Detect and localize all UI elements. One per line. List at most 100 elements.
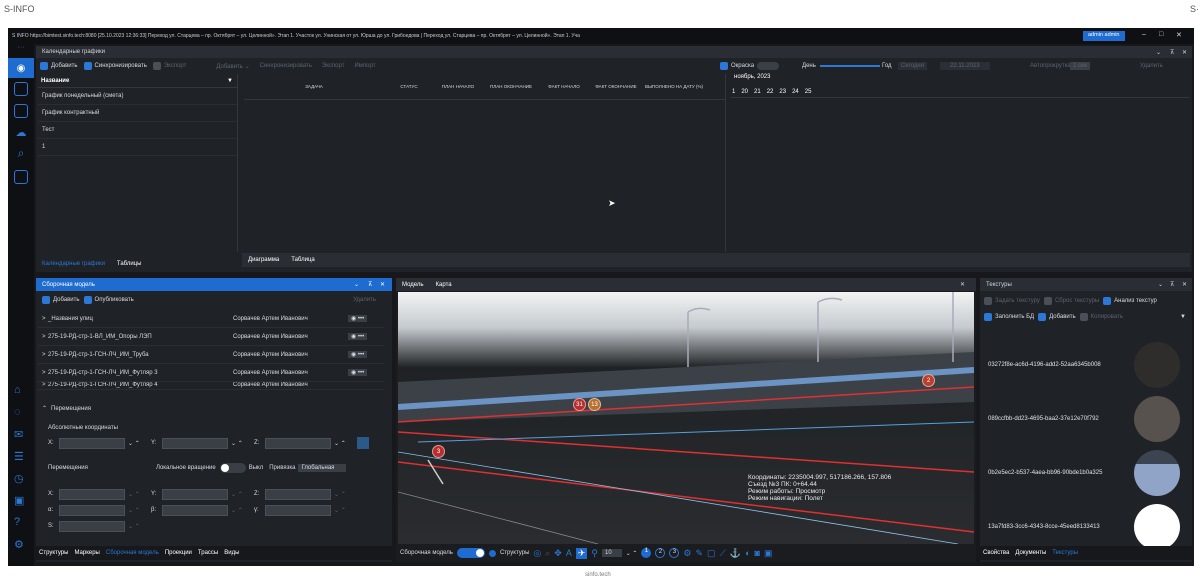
scale-stepper[interactable]: ⌄ ⌃ — [128, 523, 148, 530]
list-item[interactable]: Тест — [38, 122, 237, 139]
search-icon[interactable]: ⌕ — [545, 548, 550, 559]
x-stepper[interactable]: ⌄ ⌃ — [128, 440, 148, 447]
document-icon[interactable] — [8, 100, 34, 122]
visibility-icon[interactable]: ◉ ••• — [348, 333, 368, 340]
list-item[interactable]: 03272f8e-ac6d-4196-add2-52aa6345b008 — [980, 338, 1192, 392]
today-button[interactable]: Сегодня — [898, 62, 927, 70]
collapse-icon[interactable]: ⌄ — [354, 281, 359, 288]
page-2-button[interactable]: 2 — [655, 548, 666, 558]
maximize-button[interactable]: □ — [1159, 31, 1163, 38]
page-1-button[interactable]: 1 — [641, 548, 652, 558]
close-icon[interactable]: ✕ — [380, 281, 385, 288]
autoscroll-select[interactable]: 1 сек — [1070, 62, 1090, 70]
apply-coords-button[interactable] — [357, 437, 369, 449]
close-button[interactable]: ✕ — [1176, 31, 1182, 39]
alpha-stepper[interactable]: ⌄ ⌃ — [128, 507, 148, 514]
camera-icon[interactable]: ◙ — [755, 548, 760, 558]
structures-radio[interactable] — [488, 549, 496, 557]
collapse-icon[interactable]: ⌄ — [1158, 281, 1163, 288]
chat-icon[interactable]: ◌ — [14, 406, 21, 418]
alpha-input[interactable] — [59, 504, 125, 516]
layers-icon[interactable]: ▢ — [707, 548, 716, 559]
visibility-icon[interactable]: ◉ ••• — [348, 351, 368, 358]
eye-view-button[interactable]: ◉ — [8, 58, 34, 78]
collapse-icon[interactable]: ⌄ — [1156, 49, 1161, 56]
3d-scene[interactable]: 2 31 13 3 Координаты: 2235004.997, 51718… — [398, 292, 974, 544]
window-icon[interactable]: ▣ — [764, 548, 773, 559]
list-item[interactable]: График понедельный (смета) — [38, 88, 237, 105]
assembly-toggle[interactable] — [456, 548, 485, 558]
tab-views[interactable]: Виды — [221, 546, 242, 560]
gamma-stepper[interactable]: ⌄ ⌃ — [334, 507, 354, 514]
level-input[interactable]: 10 — [602, 549, 622, 557]
z-stepper[interactable]: ⌄ ⌃ — [334, 440, 354, 447]
tab-tables[interactable]: Таблицы — [111, 258, 148, 270]
fill-db-button[interactable]: Заполнить БД — [995, 314, 1034, 320]
more-icon[interactable]: ▼ — [1180, 314, 1186, 320]
map-marker[interactable]: 13 — [588, 398, 601, 411]
table-row[interactable]: > 275-19-РД-стр-1-ГСН-ЛЧ_ИМ_Футляр 4 Сор… — [38, 382, 384, 390]
x-input[interactable] — [59, 437, 125, 449]
z-move-stepper[interactable]: ⌄ ⌃ — [334, 491, 354, 498]
set-texture-button[interactable]: Задать текстуру — [995, 298, 1040, 304]
tab-projections[interactable]: Проекции — [162, 546, 195, 560]
copy-texture-button[interactable]: Копировать — [1091, 314, 1123, 320]
filter-icon[interactable]: ▼ — [227, 78, 233, 84]
page-3-button[interactable]: 3 — [669, 548, 680, 558]
binding-select[interactable]: Глобальная — [298, 464, 347, 472]
map-marker[interactable]: 3 — [432, 445, 445, 458]
beta-input[interactable] — [162, 504, 228, 516]
task-add-button[interactable]: Добавить ⌄ — [216, 63, 249, 70]
move-icon[interactable]: ✥ — [554, 548, 562, 559]
pin-icon[interactable]: ⊼ — [1170, 281, 1174, 288]
list-item[interactable]: 1 — [38, 139, 237, 156]
add-texture-button[interactable]: Добавить — [1049, 314, 1076, 320]
briefcase-icon[interactable]: ▣ — [14, 494, 24, 507]
y-input[interactable] — [162, 437, 228, 449]
search-icon[interactable]: ⌕ — [8, 144, 34, 166]
table-row[interactable]: > 275-19-РД-стр-1-ГСН-ЛЧ_ИМ_Труба Сорвач… — [38, 346, 384, 364]
y-stepper[interactable]: ⌄ ⌃ — [231, 440, 251, 447]
clip-icon[interactable]: ◐ — [745, 548, 750, 558]
tab-model[interactable]: Модель — [396, 278, 430, 291]
anchor-icon[interactable]: ⚓ — [730, 548, 741, 559]
move-section-toggle[interactable]: ⌃ Перемещения — [42, 403, 91, 414]
map-marker[interactable]: 2 — [922, 374, 935, 387]
location-icon[interactable]: ◎ — [533, 548, 541, 559]
z-input[interactable] — [265, 437, 331, 449]
date-field[interactable]: 22.11.2023 — [940, 62, 990, 70]
zoom-slider[interactable] — [820, 65, 880, 67]
visibility-icon[interactable]: ◉ ••• — [348, 315, 368, 322]
local-rotation-switch[interactable] — [219, 463, 246, 473]
list-item[interactable]: График контрактный — [38, 105, 237, 122]
y-move-stepper[interactable]: ⌄ ⌃ — [231, 491, 251, 498]
clock-icon[interactable]: ◷ — [14, 472, 24, 485]
close-icon[interactable]: ✕ — [960, 281, 965, 288]
delete-task-button[interactable]: Удалить — [1140, 63, 1163, 69]
help-icon[interactable]: ? — [14, 516, 20, 528]
menu-dots-icon[interactable]: ··· — [8, 44, 34, 58]
task-export-button[interactable]: Экспорт — [322, 63, 345, 69]
task-import-button[interactable]: Импорт — [354, 63, 375, 69]
scale-input[interactable] — [59, 520, 125, 532]
sync-button[interactable]: Синхронизировать — [95, 63, 147, 69]
task-sync-button[interactable]: Синхронизировать — [260, 63, 312, 69]
coloring-switch[interactable] — [757, 62, 780, 70]
y-move-input[interactable] — [162, 488, 228, 500]
gamma-input[interactable] — [265, 504, 331, 516]
list-item[interactable]: 0b2e5ec2-b537-4aea-bb96-90bde1b0a325 — [980, 446, 1192, 500]
add-schedule-button[interactable]: Добавить — [51, 63, 78, 69]
reset-texture-button[interactable]: Сброс текстуры — [1055, 298, 1099, 304]
tab-routes[interactable]: Трассы — [195, 546, 221, 560]
settings-icon[interactable]: ⚙ — [683, 548, 691, 559]
tab-markers[interactable]: Маркеры — [71, 546, 102, 560]
publish-button[interactable]: Опубликовать — [95, 297, 134, 303]
cloud-icon[interactable]: ☁ — [8, 122, 34, 144]
settings-gear-icon[interactable]: ⚙ — [14, 538, 24, 551]
home-icon[interactable]: ⌂ — [14, 384, 21, 396]
tab-calendar-schedules[interactable]: Календарные графики — [36, 258, 111, 270]
database-icon[interactable] — [8, 78, 34, 100]
user-badge[interactable]: admin admin — [1083, 31, 1125, 41]
x-move-stepper[interactable]: ⌄ ⌃ — [128, 491, 148, 498]
beta-stepper[interactable]: ⌄ ⌃ — [231, 507, 251, 514]
